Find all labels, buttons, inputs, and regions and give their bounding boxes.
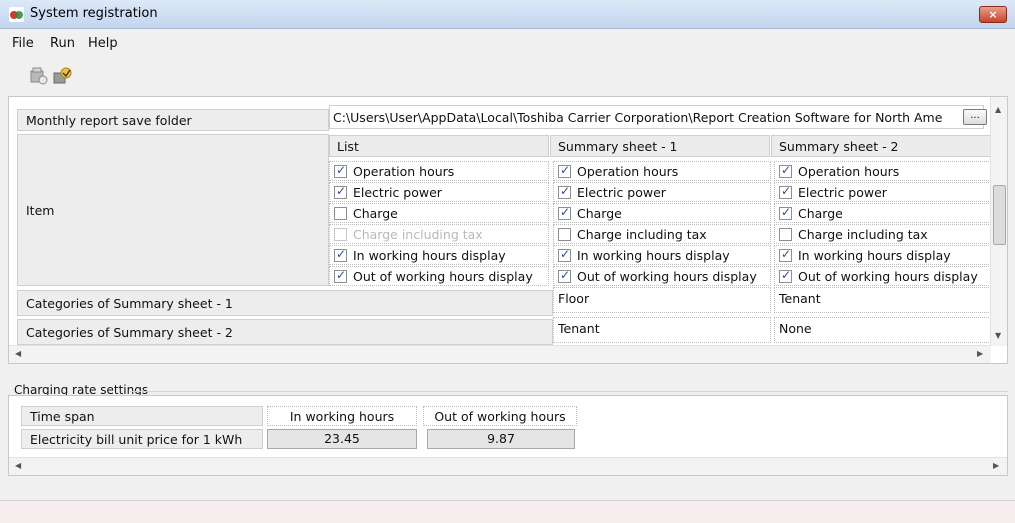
checkbox-label: Charge including tax [353,226,483,242]
checkbox-label: Out of working hours display [798,268,978,284]
item-checkbox-row[interactable]: Operation hours [774,161,991,181]
scroll-right-icon[interactable]: ▶ [977,349,983,358]
item-checkbox-row: Charge including tax [329,224,549,244]
checkbox[interactable] [334,268,347,283]
checkbox[interactable] [334,163,347,178]
checkbox-label: Electric power [353,184,442,200]
checkbox-label: Operation hours [798,163,900,179]
checkbox [334,227,347,241]
unit-price-label: Electricity bill unit price for 1 kWh [21,429,263,449]
checkbox-label: In working hours display [798,247,951,263]
categories-2-sheet2-value[interactable]: None [774,317,991,343]
categories-1-sheet1-value[interactable]: Floor [553,287,771,313]
checkbox-label: In working hours display [577,247,730,263]
checkbox[interactable] [558,205,571,220]
save-folder-path-text: C:\Users\User\AppData\Local\Toshiba Carr… [333,109,943,125]
lower-scroll-left-icon[interactable]: ◀ [15,461,21,470]
scroll-up-icon[interactable]: ▲ [995,105,1001,114]
checkbox-label: Charge [798,205,843,221]
time-span-label: Time span [21,406,263,426]
checkbox-label: Charge including tax [798,226,928,242]
checkbox-label: Charge [577,205,622,221]
title-bar: System registration × [0,0,1015,29]
menu-bar: File Run Help [0,29,1015,57]
save-folder-label: Monthly report save folder [17,109,329,131]
item-checkbox-row[interactable]: Electric power [774,182,991,202]
lower-scroll-right-icon[interactable]: ▶ [993,461,999,470]
item-checkbox-row[interactable]: Out of working hours display [329,266,549,286]
charging-settings-panel: Time span Electricity bill unit price fo… [8,395,1008,476]
checkbox[interactable] [779,184,792,199]
checkbox-label: Electric power [577,184,666,200]
categories-1-label: Categories of Summary sheet - 1 [17,290,553,316]
checkbox-label: In working hours display [353,247,506,263]
checkbox[interactable] [779,268,792,283]
checkbox[interactable] [558,227,571,241]
out-hours-header: Out of working hours [423,406,577,426]
checkbox[interactable] [779,163,792,178]
horizontal-scrollbar[interactable]: ◀ ▶ [9,345,991,363]
browse-button[interactable]: ... [963,109,987,125]
item-checkbox-row[interactable]: Charge [329,203,549,223]
item-checkbox-row[interactable]: Charge including tax [774,224,991,244]
checkbox[interactable] [334,247,347,262]
group-divider [130,391,1008,392]
checkbox-label: Out of working hours display [353,268,533,284]
in-hours-price-field[interactable]: 23.45 [267,429,417,449]
item-checkbox-row[interactable]: Operation hours [553,161,771,181]
vertical-scrollbar[interactable]: ▲ ▼ [990,97,1007,346]
checkbox-label: Operation hours [353,163,455,179]
checkbox-label: Out of working hours display [577,268,757,284]
menu-help[interactable]: Help [88,36,118,51]
item-checkbox-row[interactable]: In working hours display [329,245,549,265]
run-icon[interactable] [52,65,74,87]
window-title: System registration [30,6,158,21]
item-checkbox-row[interactable]: Electric power [329,182,549,202]
column-header-summary-1: Summary sheet - 1 [550,135,770,157]
checkbox-label: Electric power [798,184,887,200]
categories-1-sheet2-value[interactable]: Tenant [774,287,991,313]
checkbox[interactable] [779,247,792,262]
item-checkbox-row[interactable]: Charge including tax [553,224,771,244]
checkbox[interactable] [558,163,571,178]
in-hours-header: In working hours [267,406,417,426]
checkbox[interactable] [558,184,571,199]
item-checkbox-row[interactable]: Out of working hours display [774,266,991,286]
scroll-down-icon[interactable]: ▼ [995,331,1001,340]
status-bar [0,500,1015,523]
item-checkbox-row[interactable]: Electric power [553,182,771,202]
item-checkbox-row[interactable]: In working hours display [774,245,991,265]
scrollbar-thumb[interactable] [993,185,1006,245]
menu-file[interactable]: File [12,36,34,51]
checkbox[interactable] [334,206,347,220]
item-checkbox-row[interactable]: Operation hours [329,161,549,181]
register-icon[interactable] [28,65,50,87]
checkbox-label: Charge [353,205,398,221]
toolbar [0,57,1015,95]
categories-2-label: Categories of Summary sheet - 2 [17,319,553,345]
column-header-summary-2: Summary sheet - 2 [771,135,991,157]
app-icon [9,7,24,22]
item-checkbox-row[interactable]: Charge [774,203,991,223]
checkbox-label: Operation hours [577,163,679,179]
checkbox-label: Charge including tax [577,226,707,242]
save-folder-path-field[interactable]: C:\Users\User\AppData\Local\Toshiba Carr… [329,105,984,129]
checkbox[interactable] [558,268,571,283]
menu-run[interactable]: Run [50,36,75,51]
checkbox[interactable] [779,205,792,220]
checkbox[interactable] [779,227,792,241]
scroll-left-icon[interactable]: ◀ [15,349,21,358]
column-header-list: List [329,135,549,157]
close-button[interactable]: × [979,6,1007,23]
lower-horizontal-scrollbar[interactable]: ◀ ▶ [9,457,1007,475]
categories-2-sheet1-value[interactable]: Tenant [553,317,771,343]
item-label: Item [17,134,329,286]
checkbox[interactable] [558,247,571,262]
item-checkbox-row[interactable]: Charge [553,203,771,223]
out-hours-price-field[interactable]: 9.87 [427,429,575,449]
item-checkbox-row[interactable]: In working hours display [553,245,771,265]
item-checkbox-row[interactable]: Out of working hours display [553,266,771,286]
report-settings-panel: Monthly report save folder C:\Users\User… [8,96,1008,364]
checkbox[interactable] [334,184,347,199]
